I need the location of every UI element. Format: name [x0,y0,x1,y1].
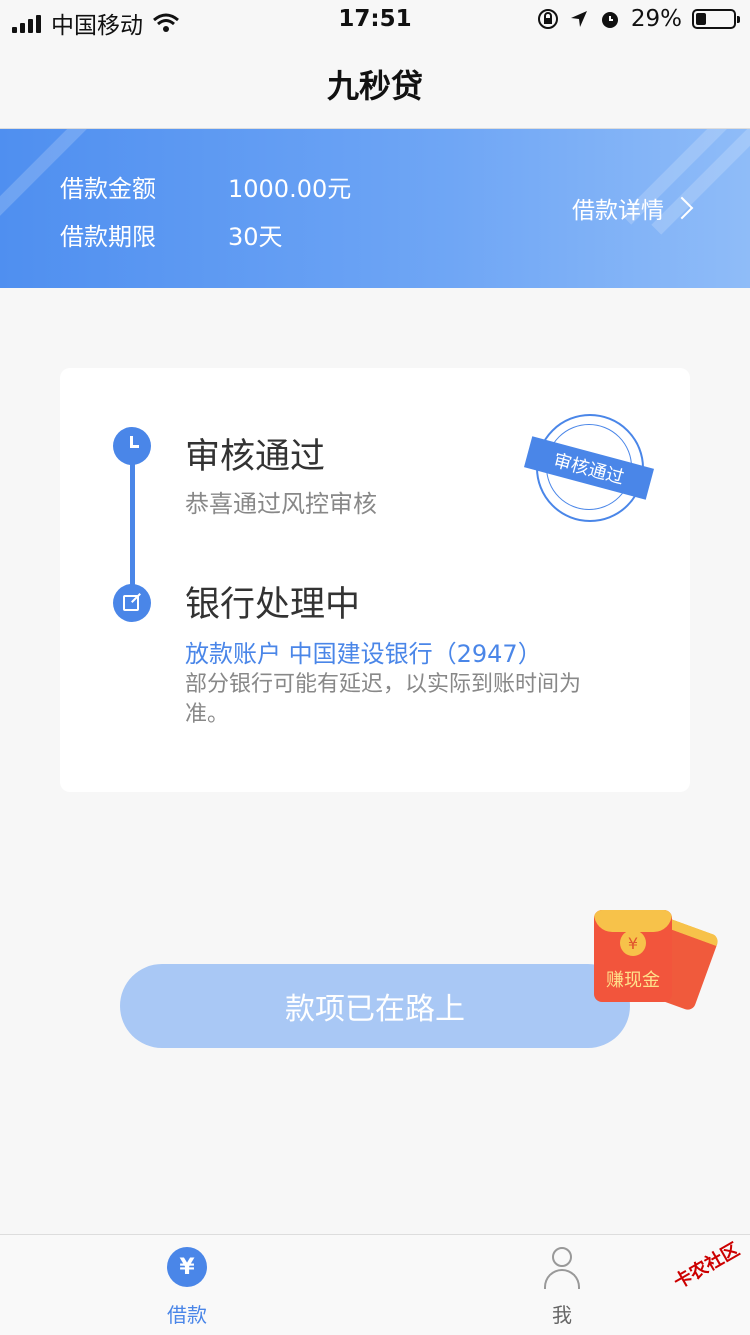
step-approved-title: 审核通过 [185,437,326,477]
person-icon [542,1247,582,1291]
earn-cash-red-packet[interactable]: ¥ 赚现金 [592,908,720,1018]
battery-icon [692,9,740,29]
step-processing-title: 银行处理中 [185,585,361,625]
step-approved-subtitle: 恭喜通过风控审核 [185,490,377,518]
nav-bar: 九秒贷 [0,40,750,129]
loan-term-label: 借款期限 [60,223,156,251]
page-title: 九秒贷 [326,67,423,105]
rotation-lock-icon [537,9,558,29]
loan-amount-value: 1000.00元 [228,175,352,203]
earn-cash-label: 赚现金 [606,970,660,991]
carrier-label: 中国移动 [51,13,143,39]
tab-loan[interactable]: ¥ 借款 [127,1247,247,1328]
edit-icon [113,584,151,622]
tab-bar: ¥ 借款 我 [0,1234,750,1335]
loan-detail-link[interactable]: 借款详情 [572,191,694,225]
wifi-icon [153,13,179,32]
payout-account: 放款账户 中国建设银行（2947） [185,640,542,668]
loan-summary-banner: 借款金额 1000.00元 借款期限 30天 借款详情 [0,129,750,288]
coin-icon: ¥ [620,930,646,956]
red-packet-icon: ¥ 赚现金 [594,910,672,1002]
chevron-right-icon [670,196,694,220]
signal-icon [12,13,41,33]
tab-loan-label: 借款 [167,1303,207,1327]
loan-progress-card: 审核通过 恭喜通过风控审核 审核通过 银行处理中 放款账户 中国建设银行（294… [60,368,690,792]
clock-icon [113,427,151,465]
delay-note: 部分银行可能有延迟，以实际到账时间为准。 [185,672,582,727]
loan-amount-row: 借款金额 1000.00元 [60,169,351,204]
tab-me[interactable]: 我 [502,1247,622,1328]
battery-percent: 29% [630,6,682,32]
yen-icon: ¥ [167,1247,207,1287]
loan-amount-label: 借款金额 [60,175,156,203]
loan-detail-label: 借款详情 [572,198,664,224]
location-icon [570,11,587,27]
loan-term-row: 借款期限 30天 [60,217,283,252]
status-bar: 中国移动 17:51 29% [0,0,750,40]
status-left: 中国移动 [12,6,179,40]
alarm-icon [601,12,618,28]
status-right: 29% [537,6,740,32]
tab-me-label: 我 [552,1303,572,1327]
approved-stamp: 审核通过 [524,414,654,522]
money-on-the-way-button[interactable]: 款项已在路上 [120,964,630,1048]
battery-level [696,13,707,25]
loan-term-value: 30天 [228,223,283,251]
